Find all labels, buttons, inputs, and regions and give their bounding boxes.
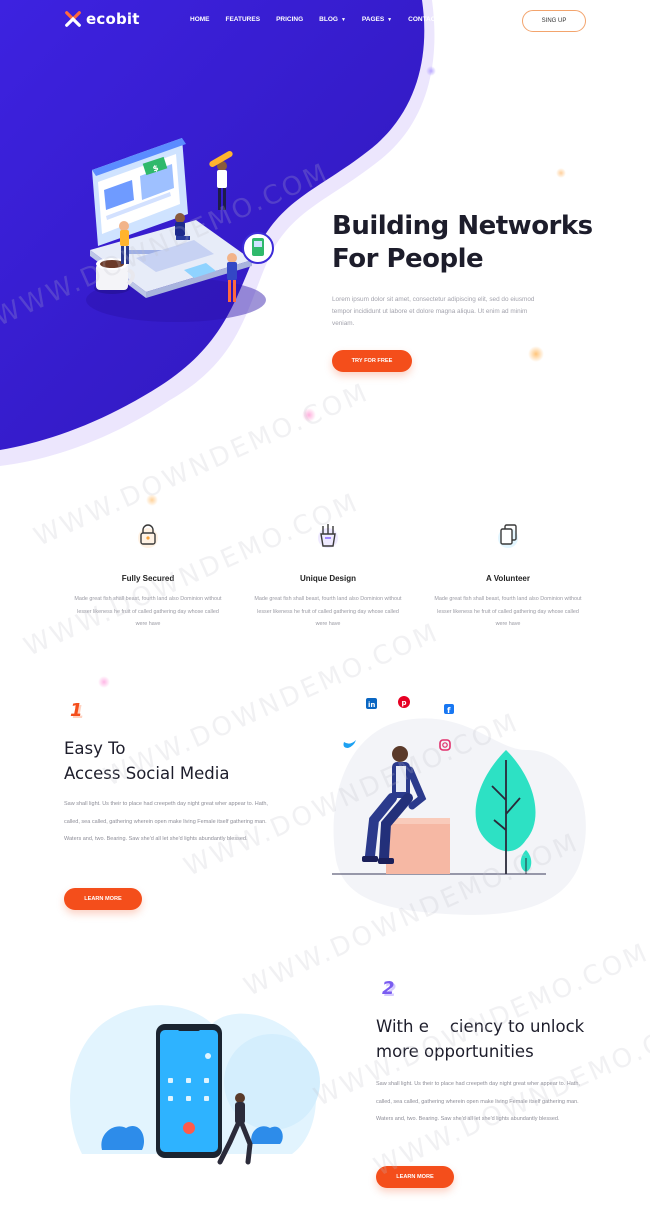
social-media-illustration: in p f <box>332 696 586 915</box>
section2-description: Saw shall light. Us their to place had c… <box>376 1081 580 1122</box>
nav-label: FEATURES <box>225 16 261 23</box>
decor-glow <box>528 346 544 362</box>
svg-text:in: in <box>368 701 375 709</box>
brand-logo[interactable]: ecobit <box>64 10 140 28</box>
section1-title: Easy To Access Social Media <box>64 736 304 786</box>
section2-title-line1: With e ciency to unlock <box>376 1017 585 1036</box>
pencil-cup-icon <box>318 524 338 548</box>
nav-label: CONTACT <box>408 16 440 23</box>
try-for-free-button[interactable]: TRY FOR FREE <box>332 350 412 372</box>
nav-item-pages[interactable]: PAGES ▼ <box>362 16 392 23</box>
section-number-1: 1 <box>70 700 83 721</box>
feature-title: A Volunteer <box>485 574 530 583</box>
chevron-down-icon: ▼ <box>340 16 346 23</box>
section2-title-line2: more opportunities <box>376 1042 534 1061</box>
twitter-icon <box>343 740 356 748</box>
nav-item-blog[interactable]: BLOG ▼ <box>319 16 346 23</box>
nav-item-features[interactable]: FEATURES <box>226 16 261 23</box>
feature-title: Unique Design <box>299 574 356 583</box>
feature-text: Made great fish shall beast, fourth land… <box>254 596 402 627</box>
svg-text:p: p <box>402 699 407 707</box>
logo-icon <box>65 11 81 27</box>
hero-title-line2: For People <box>332 244 484 274</box>
hero-title-line1: Building Networks <box>332 211 593 241</box>
learn-more-button[interactable]: LEARN MORE <box>376 1166 454 1188</box>
brand-name: ecobit <box>86 10 140 28</box>
section1-title-line1: Easy To <box>64 739 126 758</box>
feature-text: Made great fish shall beast, fourth land… <box>74 596 222 627</box>
nav-item-contact[interactable]: CONTACT <box>408 16 439 23</box>
copy-icon <box>498 524 518 548</box>
hero-title: Building Networks For People <box>332 210 632 276</box>
svg-text:f: f <box>447 706 451 715</box>
learn-more-button[interactable]: LEARN MORE <box>64 888 142 910</box>
lock-icon <box>138 524 158 548</box>
decor-glow <box>302 408 316 422</box>
nav-label: BLOG <box>319 16 338 23</box>
nav-item-pricing[interactable]: PRICING <box>276 16 303 23</box>
decor-glow <box>426 66 436 76</box>
nav-label: PAGES <box>361 16 385 23</box>
nav-item-home[interactable]: HOME <box>190 16 210 23</box>
features-row: Fully Secured Made great fish shall beas… <box>58 522 598 631</box>
hero-description: Lorem ipsum dolor sit amet, consectetur … <box>332 296 535 327</box>
decor-glow <box>98 676 110 688</box>
feature-card: Unique Design Made great fish shall beas… <box>238 522 418 631</box>
feature-title: Fully Secured <box>121 574 175 583</box>
mobile-call-illustration <box>70 1005 320 1165</box>
feature-text: Made great fish shall beast, fourth land… <box>434 596 582 627</box>
decor-glow <box>146 494 158 506</box>
feature-card: A Volunteer Made great fish shall beast,… <box>418 522 598 631</box>
section-number-2: 2 <box>382 978 395 999</box>
signup-button[interactable]: SING UP <box>522 10 586 32</box>
nav-label: HOME <box>190 16 210 23</box>
section2-title: With e ciency to unlock more opportuniti… <box>376 1014 636 1064</box>
chevron-down-icon: ▼ <box>387 16 393 23</box>
main-nav: HOME FEATURES PRICING BLOG ▼ PAGES ▼ CONTA… <box>190 16 455 23</box>
decor-glow <box>556 168 566 178</box>
feature-card: Fully Secured Made great fish shall beas… <box>58 522 238 631</box>
nav-label: PRICING <box>276 16 304 23</box>
section1-title-line2: Access Social Media <box>64 764 230 783</box>
section1-description: Saw shall light. Us their to place had c… <box>64 801 268 842</box>
hero-illustration: $ <box>86 138 274 322</box>
